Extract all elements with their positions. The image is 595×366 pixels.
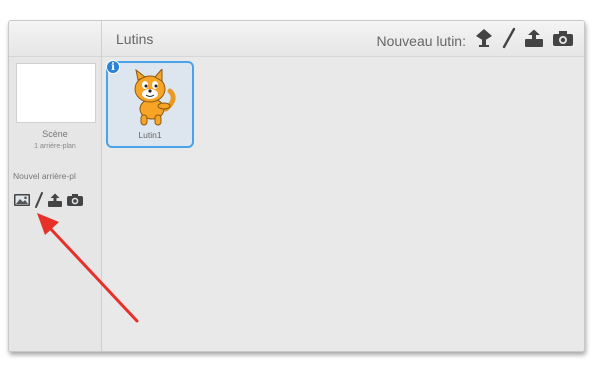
red-arrow-annotation (37, 213, 139, 323)
